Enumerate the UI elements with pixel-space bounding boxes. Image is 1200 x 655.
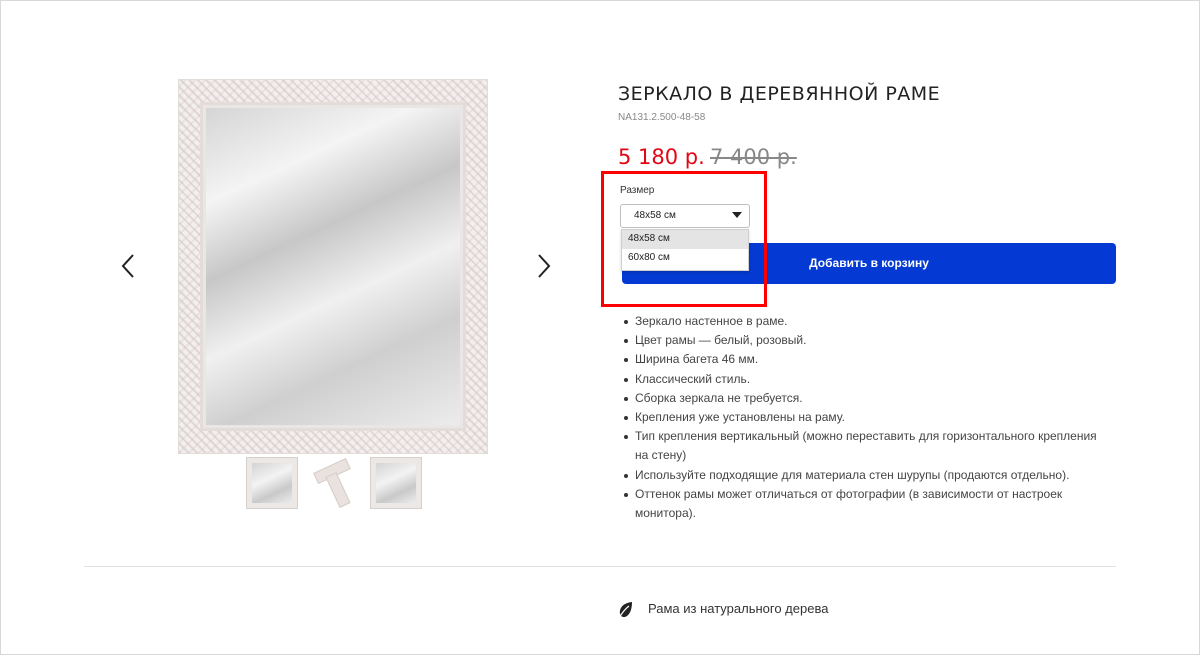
gallery-prev-button[interactable] — [118, 252, 138, 280]
list-item: Классический стиль. — [622, 370, 1102, 389]
list-item: Сборка зеркала не требуется. — [622, 389, 1102, 408]
thumbnail-strip — [246, 457, 422, 509]
size-select-value: 48x58 см — [634, 210, 676, 221]
old-price: 7 400 р. — [710, 145, 797, 169]
size-option-48x58[interactable]: 48x58 см — [622, 230, 748, 249]
product-title: ЗЕРКАЛО В ДЕРЕВЯННОЙ РАМЕ — [618, 83, 941, 105]
list-item: Зеркало настенное в раме. — [622, 312, 1102, 331]
chevron-down-icon — [732, 212, 742, 218]
thumbnail-frame-corner[interactable] — [308, 457, 360, 509]
gallery-next-button[interactable] — [534, 252, 554, 280]
list-item: Цвет рамы — белый, розовый. — [622, 331, 1102, 350]
thumbnail-mirror-angle[interactable] — [370, 457, 422, 509]
size-option-60x80[interactable]: 60x80 см — [622, 249, 748, 268]
section-divider — [84, 566, 1116, 567]
size-options-dropdown: 48x58 см 60x80 см — [621, 229, 749, 271]
leaf-icon — [618, 602, 632, 619]
size-label: Размер — [620, 185, 655, 196]
list-item: Используйте подходящие для материала сте… — [622, 466, 1102, 485]
natural-wood-note: Рама из натурального дерева — [648, 601, 829, 616]
chevron-right-icon — [538, 254, 551, 278]
product-sku: NA131.2.500-48-58 — [618, 112, 706, 123]
mirror-glass — [206, 108, 460, 425]
feature-list: Зеркало настенное в раме. Цвет рамы — бе… — [622, 312, 1102, 523]
chevron-left-icon — [121, 254, 134, 278]
product-main-image[interactable] — [178, 79, 488, 454]
list-item: Тип крепления вертикальный (можно перест… — [622, 427, 1102, 465]
thumbnail-mirror-front[interactable] — [246, 457, 298, 509]
list-item: Крепления уже установлены на раму. — [622, 408, 1102, 427]
size-select[interactable]: 48x58 см — [620, 204, 750, 228]
current-price: 5 180 р. — [618, 145, 705, 169]
list-item: Оттенок рамы может отличаться от фотогра… — [622, 485, 1102, 523]
list-item: Ширина багета 46 мм. — [622, 350, 1102, 369]
